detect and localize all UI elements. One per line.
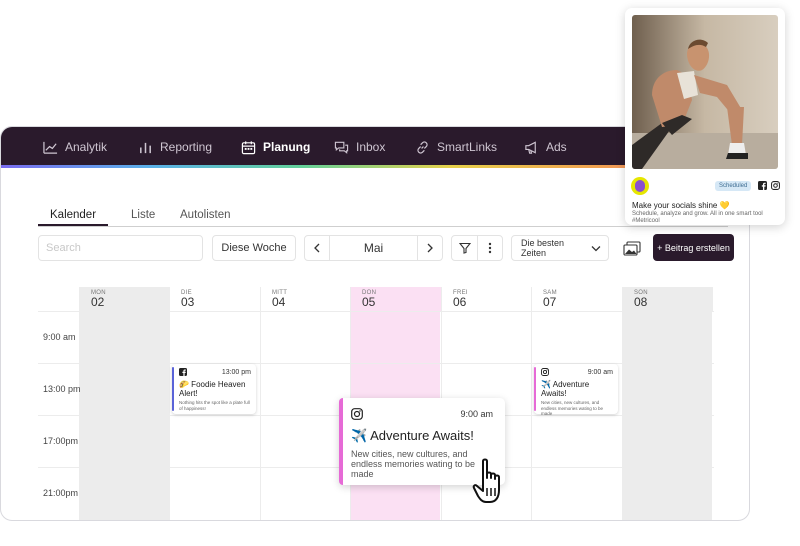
nav-item-planung[interactable]: Planung [241, 139, 310, 155]
instagram-icon [541, 368, 549, 376]
active-tab-indicator [38, 224, 108, 226]
nav-label: Planung [263, 140, 311, 154]
tab-liste[interactable]: Liste [131, 209, 155, 221]
best-times-select[interactable]: Die besten Zeiten [511, 235, 609, 261]
nav-item-analytik[interactable]: Analytik [43, 139, 107, 155]
nav-label: Ads [546, 140, 567, 154]
day-header: SAM 07 [532, 287, 622, 311]
day-header: MON 02 [80, 287, 170, 311]
nav-item-inbox[interactable]: Inbox [334, 139, 385, 155]
best-times-label: Die besten Zeiten [521, 238, 565, 258]
status-badge: Scheduled [715, 181, 752, 191]
filter-button[interactable] [452, 236, 478, 260]
media-library-button[interactable] [618, 235, 646, 261]
day-number: 03 [181, 295, 195, 309]
this-week-button[interactable]: Diese Woche [212, 235, 296, 261]
post-time: 13:00 pm [221, 368, 251, 376]
facebook-icon [758, 181, 767, 190]
day-column-wed[interactable]: MITT 04 [260, 287, 351, 520]
instagram-icon [351, 408, 363, 420]
post-time: 9:00 am [587, 368, 613, 376]
nav-label: Analytik [65, 140, 108, 154]
post-color-bar [172, 367, 174, 411]
day-column-mon[interactable]: MON 02 [79, 287, 170, 520]
chart-line-icon [43, 141, 58, 154]
post-title: ✈️ Adventure Awaits! [541, 380, 590, 398]
facebook-icon [179, 368, 187, 376]
nav-item-reporting[interactable]: Reporting [138, 139, 212, 155]
post-card-foodie[interactable]: 13:00 pm 🌮 Foodie Heaven Alert! Nothing … [172, 364, 256, 414]
hand-cursor-icon [472, 458, 500, 503]
nav-item-ads[interactable]: Ads [524, 139, 567, 155]
bar-chart-icon [140, 142, 151, 153]
month-navigator: Mai [304, 235, 443, 261]
social-post-preview[interactable]: Scheduled Make your socials shine 💛 Sche… [625, 8, 785, 225]
time-label: 21:00pm [43, 488, 79, 498]
day-header: MITT 04 [261, 287, 351, 311]
nav-label: Inbox [356, 140, 386, 154]
post-card-adventure-small[interactable]: 9:00 am ✈️ Adventure Awaits! New cities,… [534, 364, 618, 416]
preview-body: Schedule, analyze and grow. All in one s… [632, 211, 763, 224]
instagram-icon [771, 181, 780, 190]
create-post-button[interactable]: + Beitrag erstellen [653, 234, 734, 261]
more-options-button[interactable] [478, 236, 502, 260]
day-header: FREI 06 [442, 287, 532, 311]
athlete-photo [632, 15, 778, 169]
search-placeholder: Search [46, 242, 81, 254]
day-number: 05 [362, 295, 376, 309]
day-header: SON 08 [623, 287, 713, 311]
post-color-bar [534, 367, 536, 411]
post-title: ✈️ Adventure Awaits! [351, 428, 474, 443]
filter-group [451, 235, 503, 261]
prev-month-button[interactable] [305, 236, 330, 260]
megaphone-icon [525, 140, 536, 154]
chevron-right-icon [427, 243, 433, 253]
post-photo [632, 15, 778, 169]
tab-autolisten[interactable]: Autolisten [180, 209, 231, 221]
post-body: New cities, new cultures, and endless me… [541, 400, 604, 416]
day-column-sun[interactable]: SON 08 [622, 287, 713, 520]
nav-label: Reporting [160, 140, 213, 154]
day-number: 07 [543, 295, 557, 309]
tab-kalender[interactable]: Kalender [50, 209, 96, 221]
day-header: DIE 03 [170, 287, 260, 311]
day-number: 08 [634, 295, 648, 309]
chevron-left-icon [314, 243, 320, 253]
day-number: 02 [91, 295, 105, 309]
post-title: 🌮 Foodie Heaven Alert! [179, 380, 246, 398]
link-icon [417, 140, 428, 154]
time-label: 9:00 am [43, 332, 76, 342]
avatar [631, 177, 649, 195]
this-week-label: Diese Woche [221, 242, 287, 254]
images-icon [623, 240, 641, 256]
search-input[interactable]: Search [38, 235, 203, 261]
chat-icon [334, 141, 349, 154]
day-header: DON 05 [351, 287, 441, 311]
post-body: Nothing hits the spot like a plate full … [179, 400, 250, 411]
post-color-bar [339, 398, 343, 485]
day-number: 06 [453, 295, 467, 309]
month-label: Mai [363, 241, 384, 255]
nav-label: SmartLinks [437, 140, 498, 154]
time-label: 13:00 pm [43, 384, 81, 394]
more-vertical-icon [488, 242, 492, 254]
preview-title: Make your socials shine 💛 [632, 201, 730, 210]
chevron-down-icon [591, 245, 601, 251]
nav-item-smartlinks[interactable]: SmartLinks [415, 139, 497, 155]
post-time: 9:00 am [460, 409, 493, 419]
day-number: 04 [272, 295, 286, 309]
calendar-icon [241, 140, 256, 154]
grid-line [38, 311, 714, 312]
next-month-button[interactable] [417, 236, 442, 260]
time-label: 17:00pm [43, 436, 79, 446]
filter-icon [458, 242, 471, 254]
